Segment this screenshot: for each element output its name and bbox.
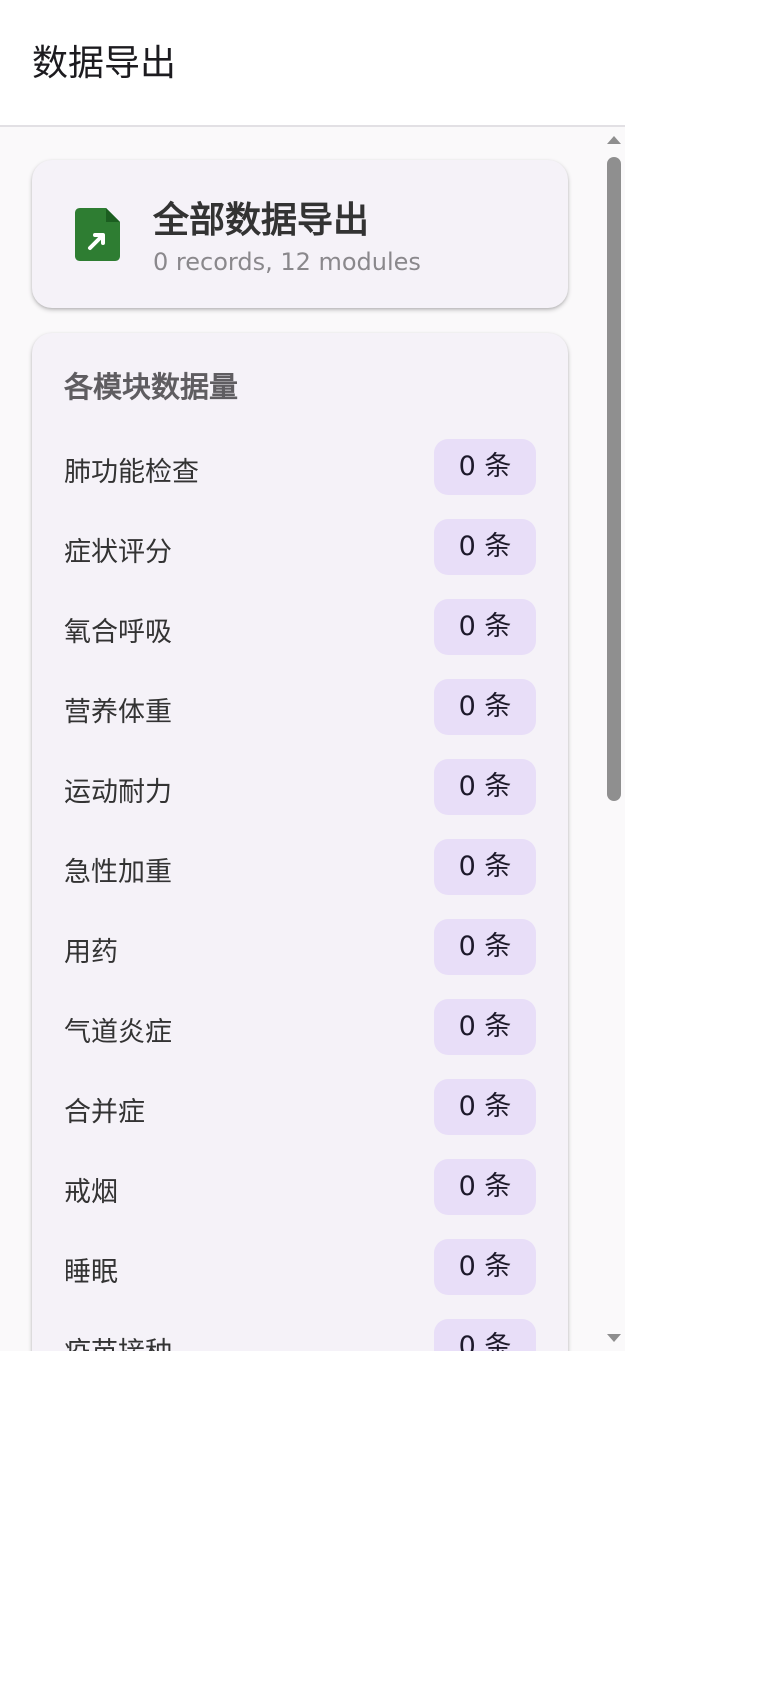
module-row: 气道炎症 0 条 bbox=[32, 999, 568, 1079]
module-row: 氧合呼吸 0 条 bbox=[32, 599, 568, 679]
module-row: 急性加重 0 条 bbox=[32, 839, 568, 919]
module-counts-card: 各模块数据量 肺功能检查 0 条 症状评分 0 条 氧合呼吸 0 条 营养体重 … bbox=[32, 333, 568, 1351]
module-name: 睡眠 bbox=[64, 1257, 118, 1288]
file-export-icon bbox=[75, 208, 120, 261]
module-name: 营养体重 bbox=[64, 697, 172, 728]
export-all-card[interactable]: 全部数据导出 0 records, 12 modules bbox=[32, 160, 568, 308]
module-count-badge: 0 条 bbox=[434, 679, 536, 735]
scroll-content[interactable]: 全部数据导出 0 records, 12 modules 各模块数据量 肺功能检… bbox=[0, 127, 603, 1351]
module-count-badge: 0 条 bbox=[434, 839, 536, 895]
module-count-badge: 0 条 bbox=[434, 999, 536, 1055]
scrollbar-thumb[interactable] bbox=[607, 157, 621, 801]
module-name: 肺功能检查 bbox=[64, 457, 199, 488]
module-count-badge: 0 条 bbox=[434, 439, 536, 495]
module-count-badge: 0 条 bbox=[434, 519, 536, 575]
module-name: 疫苗接种 bbox=[64, 1333, 172, 1351]
module-count-badge: 0 条 bbox=[434, 1159, 536, 1215]
module-counts-title: 各模块数据量 bbox=[64, 370, 239, 404]
module-name: 症状评分 bbox=[64, 537, 172, 568]
module-name: 戒烟 bbox=[64, 1177, 118, 1208]
module-list: 肺功能检查 0 条 症状评分 0 条 氧合呼吸 0 条 营养体重 0 条 运动耐… bbox=[32, 439, 568, 1351]
module-name: 气道炎症 bbox=[64, 1017, 172, 1048]
module-name: 合并症 bbox=[64, 1097, 145, 1128]
module-name: 用药 bbox=[64, 937, 118, 968]
module-count-badge: 0 条 bbox=[434, 1079, 536, 1135]
module-row: 睡眠 0 条 bbox=[32, 1239, 568, 1319]
scroll-up-arrow-icon[interactable] bbox=[607, 136, 621, 144]
module-row: 营养体重 0 条 bbox=[32, 679, 568, 759]
module-row: 戒烟 0 条 bbox=[32, 1159, 568, 1239]
module-row: 肺功能检查 0 条 bbox=[32, 439, 568, 519]
page-title: 数据导出 bbox=[32, 43, 177, 84]
module-count-badge: 0 条 bbox=[434, 919, 536, 975]
app-screen: 数据导出 全部数据导出 0 records, 12 modules 各模块数据量… bbox=[0, 0, 625, 1351]
module-name: 急性加重 bbox=[64, 857, 172, 888]
module-row: 运动耐力 0 条 bbox=[32, 759, 568, 839]
module-count-badge: 0 条 bbox=[434, 1239, 536, 1295]
export-title: 全部数据导出 bbox=[153, 200, 370, 241]
module-name: 氧合呼吸 bbox=[64, 617, 172, 648]
module-name: 运动耐力 bbox=[64, 777, 172, 808]
module-count-badge: 0 条 bbox=[434, 1319, 536, 1351]
module-row: 用药 0 条 bbox=[32, 919, 568, 999]
module-row: 疫苗接种 0 条 bbox=[32, 1319, 568, 1351]
module-count-badge: 0 条 bbox=[434, 599, 536, 655]
module-row: 症状评分 0 条 bbox=[32, 519, 568, 599]
app-bar: 数据导出 bbox=[0, 0, 625, 127]
module-count-badge: 0 条 bbox=[434, 759, 536, 815]
scroll-down-arrow-icon[interactable] bbox=[607, 1334, 621, 1342]
module-row: 合并症 0 条 bbox=[32, 1079, 568, 1159]
export-subtitle: 0 records, 12 modules bbox=[153, 248, 421, 276]
vertical-scrollbar[interactable] bbox=[603, 127, 625, 1351]
